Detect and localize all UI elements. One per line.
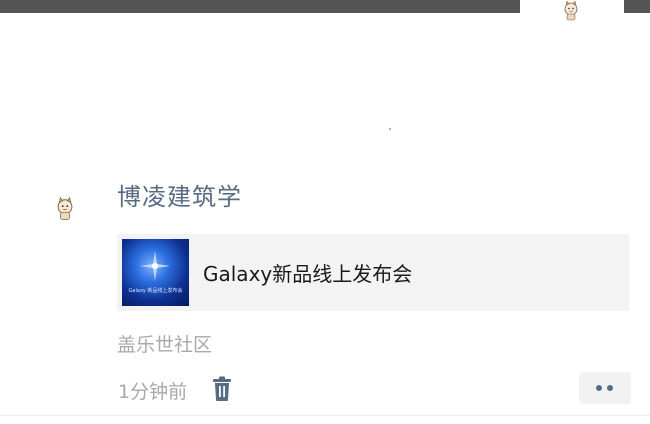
link-thumbnail: Galaxy 新品线上发布会 bbox=[122, 239, 189, 306]
more-dots-icon bbox=[596, 385, 602, 391]
divider bbox=[0, 415, 650, 416]
mascot-avatar-icon bbox=[564, 0, 578, 21]
more-dots-icon bbox=[607, 385, 613, 391]
trash-icon[interactable] bbox=[210, 376, 234, 402]
author-avatar[interactable] bbox=[50, 194, 80, 224]
post-source[interactable]: 盖乐世社区 bbox=[117, 330, 212, 357]
stray-dot bbox=[389, 128, 391, 130]
shared-link-card[interactable]: Galaxy 新品线上发布会 Galaxy新品线上发布会 bbox=[117, 234, 629, 311]
post-time: 1分钟前 bbox=[118, 381, 188, 403]
galaxy-star-icon bbox=[140, 251, 170, 281]
previous-post-avatar-card bbox=[520, 0, 624, 56]
author-name[interactable]: 博凌建筑学 bbox=[117, 177, 242, 212]
link-card-title: Galaxy新品线上发布会 bbox=[203, 262, 413, 286]
more-options-button[interactable] bbox=[579, 372, 631, 404]
thumbnail-caption: Galaxy 新品线上发布会 bbox=[128, 288, 183, 294]
